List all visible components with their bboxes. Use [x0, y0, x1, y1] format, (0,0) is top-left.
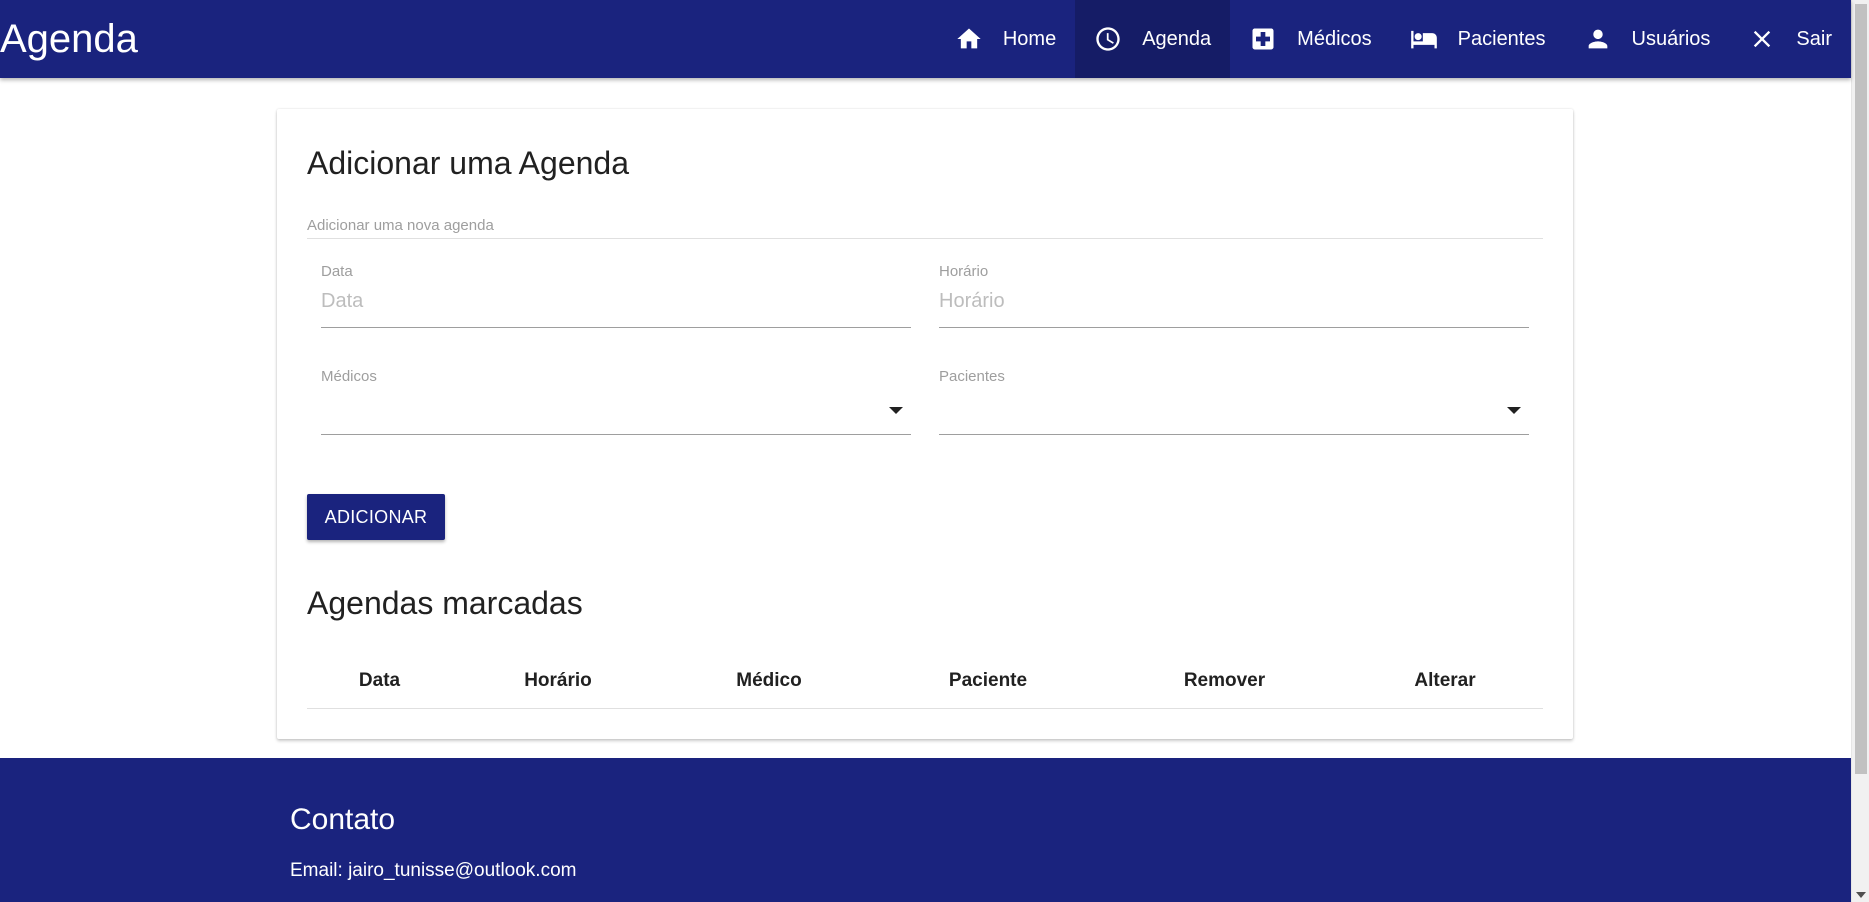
scroll-down-arrow-icon[interactable] — [1856, 892, 1866, 898]
data-input[interactable] — [321, 280, 911, 328]
nav-item-label: Sair — [1796, 27, 1832, 50]
nav-item-sair[interactable]: Sair — [1729, 0, 1851, 78]
medicos-field-label: Médicos — [321, 368, 377, 385]
nav-item-home[interactable]: Home — [936, 0, 1075, 78]
data-field-group: Data — [321, 263, 911, 328]
horario-input[interactable] — [939, 280, 1529, 328]
nav-item-medicos[interactable]: Médicos — [1230, 0, 1390, 78]
adicionar-button[interactable]: ADICIONAR — [307, 494, 445, 540]
agenda-card: Adicionar uma Agenda Adicionar uma nova … — [277, 109, 1573, 739]
footer-email: Email: jairo_tunisse@outlook.com — [290, 860, 577, 881]
column-header-medico: Médico — [664, 654, 874, 709]
form-subheader: Adicionar uma nova agenda — [307, 217, 1543, 239]
schedule-title: Agendas marcadas — [307, 585, 583, 621]
medicos-field-group: Médicos — [321, 368, 911, 435]
nav-item-label: Agenda — [1142, 27, 1212, 50]
vertical-scrollbar[interactable] — [1851, 0, 1869, 902]
form-title: Adicionar uma Agenda — [307, 145, 629, 181]
nav-menu: Home Agenda Médicos Pacientes Usuários S… — [936, 0, 1851, 78]
person-icon — [1584, 25, 1612, 53]
nav-item-label: Pacientes — [1457, 27, 1546, 50]
table-header-row: Data Horário Médico Paciente Remover Alt… — [307, 654, 1543, 709]
nav-item-agenda[interactable]: Agenda — [1075, 0, 1231, 78]
brand-title[interactable]: Agenda — [0, 0, 138, 78]
pacientes-field-group: Pacientes — [939, 368, 1529, 435]
scrollbar-thumb[interactable] — [1855, 4, 1867, 774]
pacientes-field-label: Pacientes — [939, 368, 1005, 385]
nav-item-label: Usuários — [1631, 27, 1711, 50]
schedule-table: Data Horário Médico Paciente Remover Alt… — [307, 654, 1543, 709]
close-icon — [1748, 25, 1776, 53]
column-header-horario: Horário — [452, 654, 664, 709]
medical-plus-icon — [1249, 25, 1277, 53]
home-icon — [955, 25, 983, 53]
column-header-alterar: Alterar — [1347, 654, 1543, 709]
column-header-data: Data — [307, 654, 452, 709]
column-header-remover: Remover — [1102, 654, 1347, 709]
footer-title: Contato — [290, 803, 396, 836]
nav-item-label: Home — [1002, 27, 1057, 50]
clock-icon — [1094, 25, 1122, 53]
nav-item-usuarios[interactable]: Usuários — [1565, 0, 1730, 78]
nav-item-pacientes[interactable]: Pacientes — [1391, 0, 1565, 78]
dropdown-arrow-icon — [1507, 407, 1521, 414]
pacientes-select[interactable] — [939, 385, 1529, 435]
horario-field-group: Horário — [939, 263, 1529, 328]
column-header-paciente: Paciente — [874, 654, 1102, 709]
bed-icon — [1410, 25, 1438, 53]
page-footer: Contato Email: jairo_tunisse@outlook.com — [0, 758, 1851, 902]
nav-item-label: Médicos — [1297, 27, 1372, 50]
medicos-select[interactable] — [321, 385, 911, 435]
top-navbar: Agenda Home Agenda Médicos Pacientes Usu… — [0, 0, 1851, 78]
dropdown-arrow-icon — [889, 407, 903, 414]
horario-field-label: Horário — [939, 263, 989, 280]
data-field-label: Data — [321, 263, 353, 280]
